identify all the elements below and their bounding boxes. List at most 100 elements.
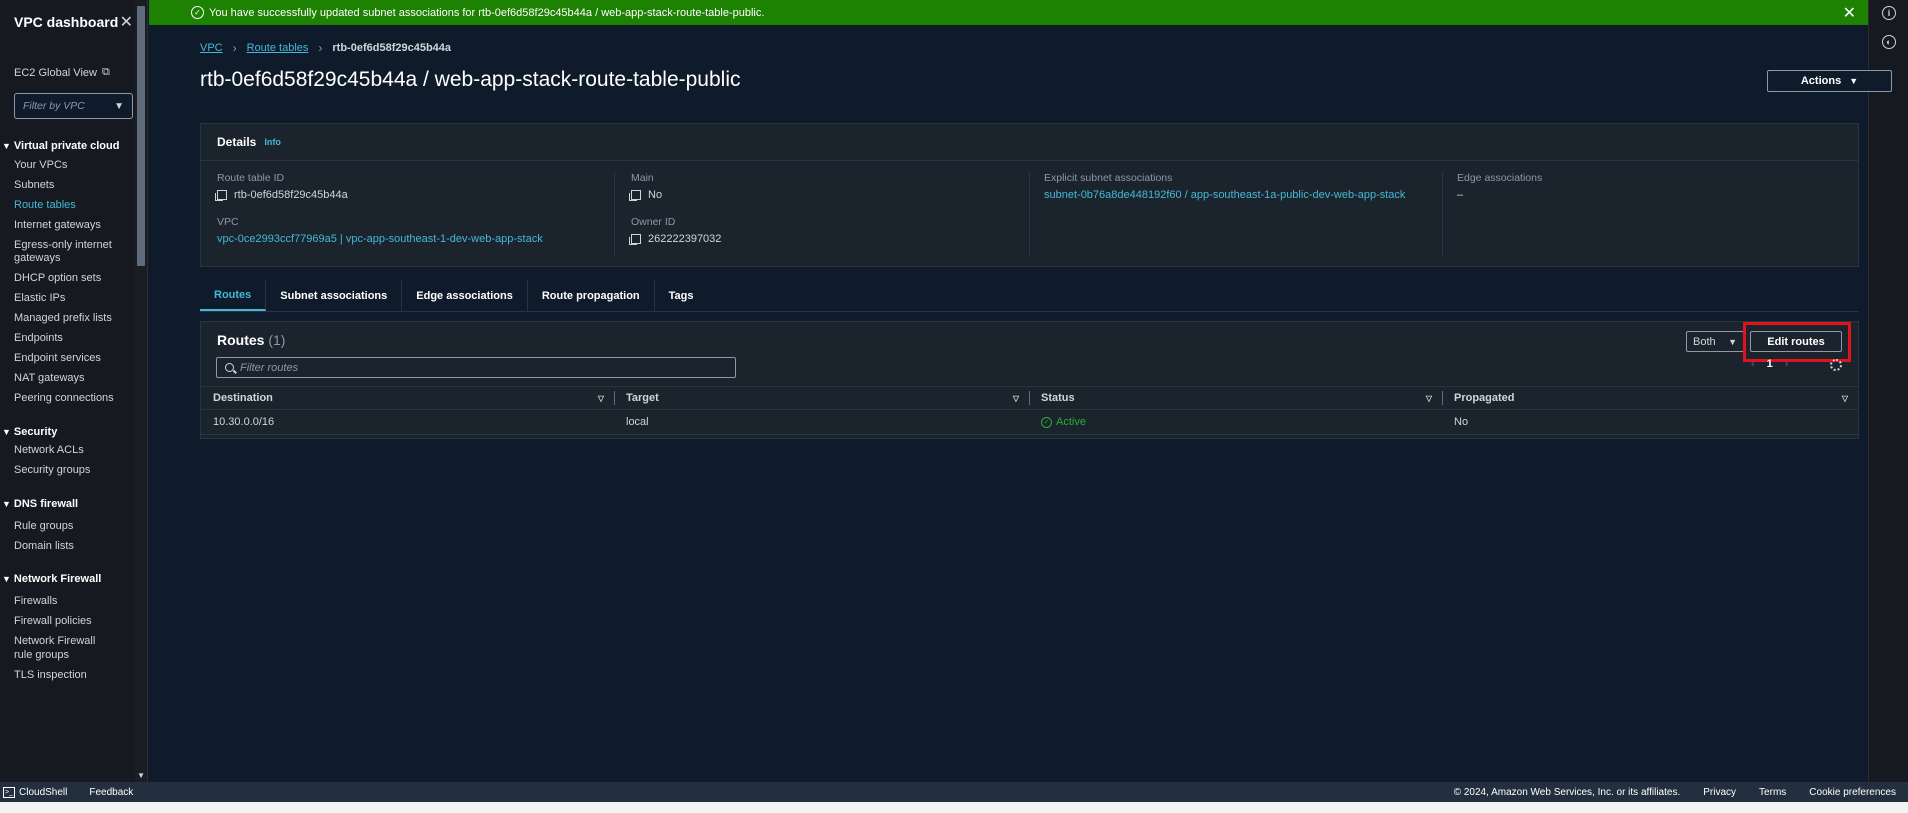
cell-destination: 10.30.0.0/16	[213, 416, 275, 428]
edge-associations-value: –	[1457, 189, 1464, 201]
main-text: No	[648, 189, 663, 201]
ec2-global-view-label: EC2 Global View	[14, 66, 97, 79]
sidebar-section-vpc[interactable]: ▼ Virtual private cloud	[0, 140, 147, 152]
terms-link[interactable]: Terms	[1759, 787, 1786, 798]
terminal-icon: >_	[3, 786, 15, 798]
explicit-subnet-link[interactable]: subnet-0b76a8de448192f60 / app-southeast…	[1044, 189, 1405, 201]
chevron-right-icon: ›	[232, 41, 237, 55]
routes-panel: Routes (1) Filter routes Both ▼ Edit rou…	[200, 321, 1859, 439]
vpc-filter-placeholder: Filter by VPC	[23, 100, 85, 112]
sidebar-title[interactable]: VPC dashboard	[14, 14, 118, 30]
sidebar-item-route-tables[interactable]: Route tables	[0, 199, 147, 213]
next-page-icon[interactable]: ›	[1785, 358, 1789, 370]
column-divider	[1442, 172, 1443, 256]
column-status[interactable]: Status ▽	[1029, 387, 1442, 409]
sidebar-item-nfw-rule-groups[interactable]: Network Firewall rule groups	[0, 635, 110, 662]
sidebar-item-nat-gateways[interactable]: NAT gateways	[0, 372, 147, 386]
actions-label: Actions	[1800, 75, 1842, 87]
chevron-right-icon: ›	[318, 41, 323, 55]
close-icon[interactable]: ✕	[120, 12, 133, 32]
copyright-text: © 2024, Amazon Web Services, Inc. or its…	[1453, 786, 1681, 798]
column-propagated[interactable]: Propagated ▽	[1442, 387, 1858, 409]
main-label: Main	[631, 172, 654, 184]
close-icon[interactable]: ✕	[1843, 3, 1856, 23]
details-panel: Details Info Route table ID rtb-0ef6d58f…	[200, 123, 1859, 267]
sidebar-section-security[interactable]: ▼ Security	[0, 426, 147, 438]
actions-button[interactable]: Actions ▼	[1767, 70, 1892, 92]
gear-icon[interactable]	[1830, 359, 1842, 371]
search-icon	[225, 363, 234, 372]
tab-route-propagation[interactable]: Route propagation	[528, 280, 655, 311]
sidebar-item-security-groups[interactable]: Security groups	[0, 464, 147, 478]
sidebar-item-elastic-ips[interactable]: Elastic IPs	[0, 292, 147, 306]
owner-id-label: Owner ID	[631, 216, 676, 228]
feedback-link[interactable]: Feedback	[89, 787, 133, 798]
copy-icon[interactable]	[215, 190, 227, 201]
sidebar-item-subnets[interactable]: Subnets	[0, 179, 147, 193]
column-target[interactable]: Target ▽	[614, 387, 1029, 409]
details-col-2: Main No Owner ID 262222397032	[629, 172, 722, 245]
vpc-filter-select[interactable]: Filter by VPC ▼	[14, 93, 133, 119]
owner-id-text: 262222397032	[648, 233, 722, 245]
sidebar-item-rule-groups[interactable]: Rule groups	[0, 520, 147, 534]
sidebar-item-your-vpcs[interactable]: Your VPCs	[0, 159, 147, 173]
tab-edge-associations[interactable]: Edge associations	[402, 280, 528, 311]
cookie-preferences-link[interactable]: Cookie preferences	[1809, 787, 1896, 798]
window-bottom-strip	[0, 802, 1908, 813]
breadcrumb-current: rtb-0ef6d58f29c45b44a	[332, 42, 452, 54]
copy-icon[interactable]	[629, 234, 641, 245]
vpc-link[interactable]: vpc-0ce2993ccf77969a5 | vpc-app-southeas…	[217, 233, 543, 245]
filter-routes-input[interactable]: Filter routes	[216, 357, 736, 378]
sidebar-item-firewalls[interactable]: Firewalls	[0, 595, 147, 609]
sidebar-item-firewall-policies[interactable]: Firewall policies	[0, 615, 147, 629]
right-rail: i ◐	[1868, 0, 1908, 782]
pagination: ‹ 1 ›	[1751, 358, 1788, 370]
sort-icon[interactable]: ▽	[598, 394, 604, 403]
sidebar-item-internet-gateways[interactable]: Internet gateways	[0, 219, 147, 233]
copy-icon[interactable]	[629, 190, 641, 201]
sidebar-item-network-acls[interactable]: Network ACLs	[0, 444, 147, 458]
privacy-link[interactable]: Privacy	[1703, 787, 1736, 798]
breadcrumb: VPC › Route tables › rtb-0ef6d58f29c45b4…	[200, 41, 451, 55]
sidebar-item-endpoint-services[interactable]: Endpoint services	[0, 352, 147, 366]
sort-icon[interactable]: ▽	[1426, 394, 1432, 403]
notifications-icon[interactable]: ◐	[1882, 35, 1896, 49]
cloudshell-label: CloudShell	[19, 786, 68, 798]
details-header: Details Info	[201, 124, 1858, 161]
external-link-icon: ⧉	[101, 66, 110, 78]
tab-routes[interactable]: Routes	[200, 280, 267, 311]
tab-subnet-associations[interactable]: Subnet associations	[266, 280, 403, 311]
highlight-box	[1743, 322, 1851, 362]
info-link[interactable]: Info	[264, 137, 281, 147]
column-divider	[1029, 172, 1030, 256]
sort-icon[interactable]: ▽	[1013, 394, 1019, 403]
sidebar-section-network-firewall[interactable]: ▼ Network Firewall	[0, 573, 147, 585]
breadcrumb-route-tables[interactable]: Route tables	[247, 42, 309, 54]
sidebar-item-peering-connections[interactable]: Peering connections	[0, 392, 147, 406]
sidebar-item-managed-prefix-lists[interactable]: Managed prefix lists	[0, 312, 147, 326]
caret-down-icon: ▼	[2, 498, 11, 509]
breadcrumb-vpc[interactable]: VPC	[200, 42, 223, 54]
cell-propagated: No	[1454, 416, 1469, 428]
sidebar-item-egress-only-gateways[interactable]: Egress-only internet gateways	[0, 239, 120, 266]
main-value: No	[629, 189, 721, 201]
sidebar-item-endpoints[interactable]: Endpoints	[0, 332, 147, 346]
page-number[interactable]: 1	[1767, 358, 1773, 370]
scrollbar-thumb[interactable]	[137, 6, 145, 266]
scroll-down-icon[interactable]: ▼	[137, 771, 145, 780]
sort-icon[interactable]: ▽	[1842, 394, 1848, 403]
prev-page-icon[interactable]: ‹	[1751, 358, 1755, 370]
info-icon[interactable]: i	[1882, 6, 1896, 20]
details-col-4: Edge associations –	[1457, 172, 1542, 201]
ec2-global-view-link[interactable]: EC2 Global View ⧉	[0, 44, 147, 79]
tab-tags[interactable]: Tags	[655, 280, 708, 311]
sidebar-scrollbar[interactable]: ▼	[135, 0, 147, 782]
route-type-select[interactable]: Both ▼	[1686, 331, 1744, 352]
sidebar-item-dhcp-option-sets[interactable]: DHCP option sets	[0, 272, 147, 286]
cloudshell-button[interactable]: >_ CloudShell	[3, 786, 68, 798]
sidebar-item-tls-inspection[interactable]: TLS inspection	[0, 669, 147, 683]
details-col-3: Explicit subnet associations subnet-0b76…	[1044, 172, 1405, 201]
sidebar-section-dns-firewall[interactable]: ▼ DNS firewall	[0, 498, 147, 510]
sidebar-item-domain-lists[interactable]: Domain lists	[0, 540, 147, 554]
column-destination[interactable]: Destination ▽	[201, 387, 614, 409]
